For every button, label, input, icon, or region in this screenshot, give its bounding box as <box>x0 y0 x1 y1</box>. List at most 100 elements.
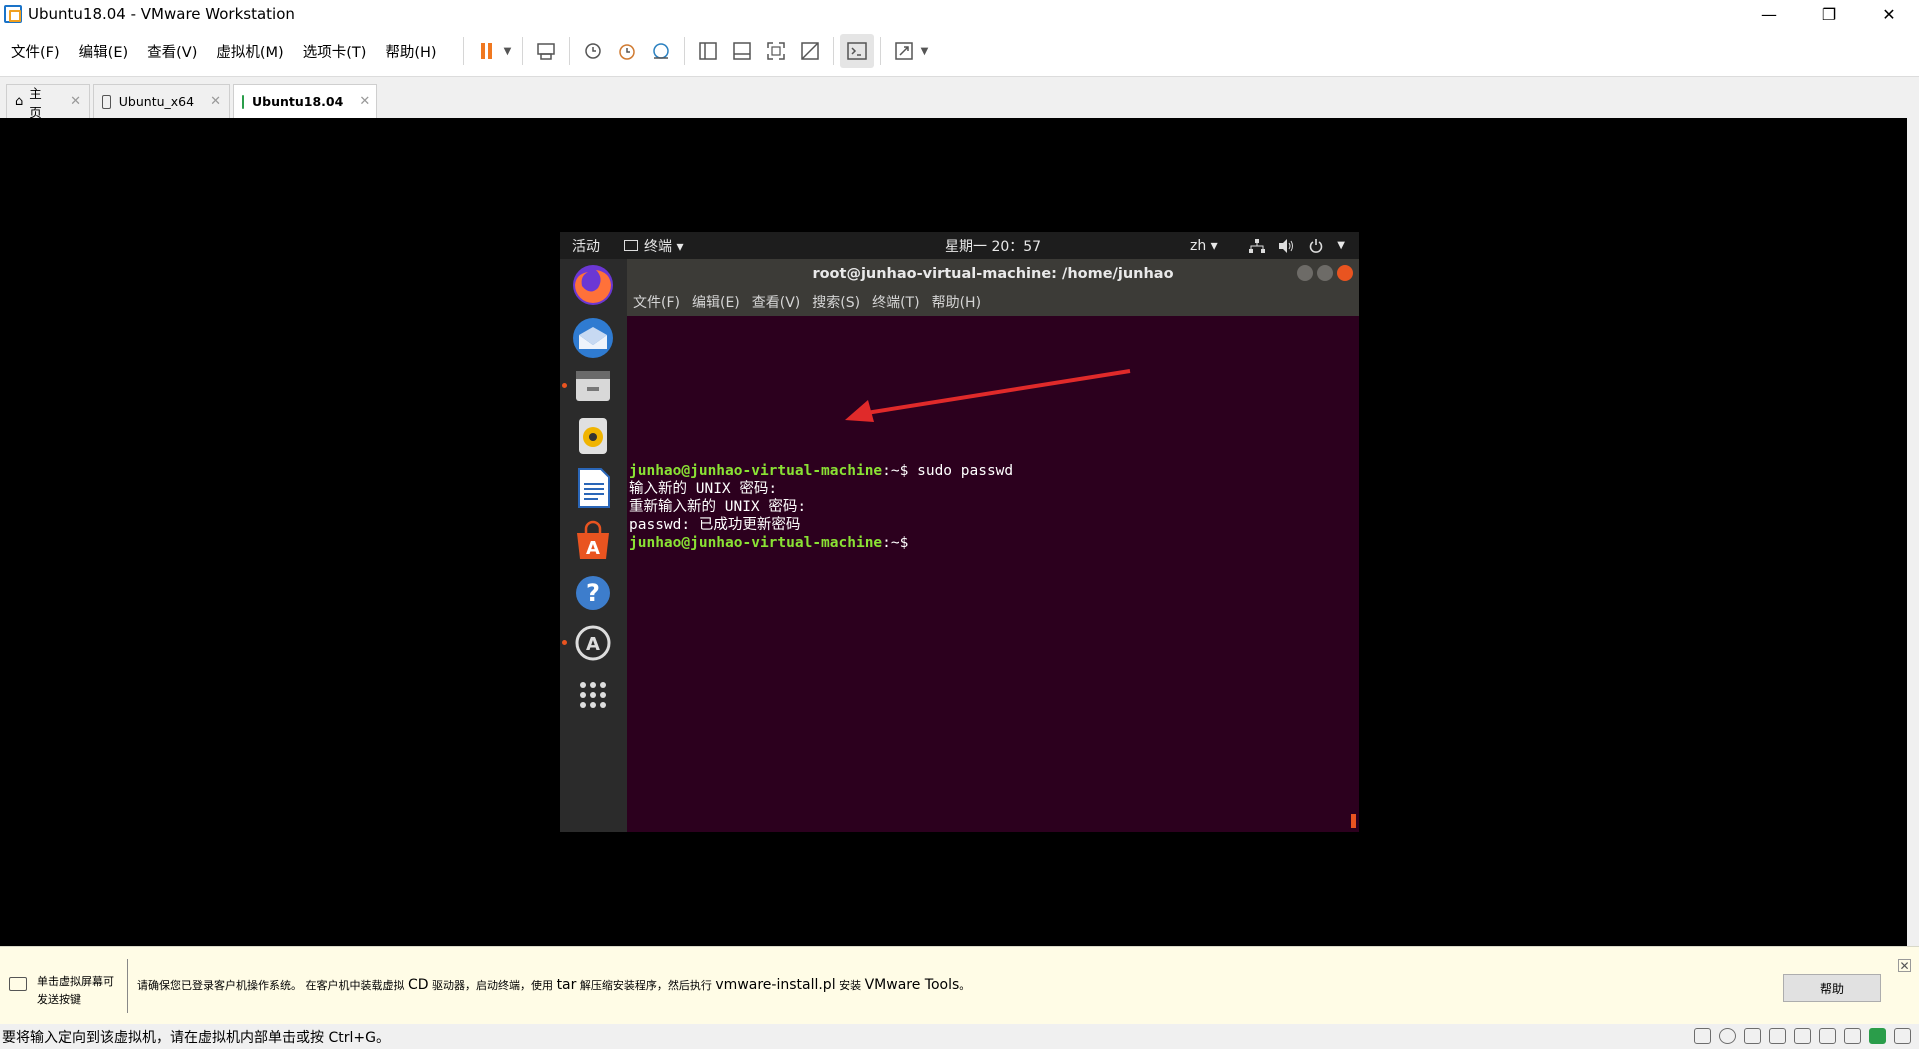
snapshot-button[interactable] <box>576 34 610 68</box>
tab-close-icon[interactable]: ✕ <box>359 94 370 109</box>
input-language[interactable]: zh ▾ <box>1190 238 1218 254</box>
terminal-maximize-button[interactable] <box>1317 265 1333 281</box>
pause-dropdown-icon[interactable]: ▼ <box>504 46 516 57</box>
rhythmbox-icon[interactable] <box>569 412 617 460</box>
terminal-menu-file[interactable]: 文件(F) <box>633 292 680 312</box>
terminal-titlebar[interactable]: root@junhao-virtual-machine: /home/junha… <box>627 259 1359 288</box>
tab-close-icon[interactable]: ✕ <box>210 94 221 109</box>
unity-button[interactable] <box>793 34 827 68</box>
terminal-line: junhao@junhao-virtual-machine:~$ <box>629 534 1013 552</box>
full-screen-button[interactable] <box>759 34 793 68</box>
activities-button[interactable]: 活动 <box>572 236 600 256</box>
firefox-icon[interactable] <box>569 261 617 309</box>
terminal-menu-search[interactable]: 搜索(S) <box>812 292 860 312</box>
terminal-menu-help[interactable]: 帮助(H) <box>932 292 981 312</box>
snapshot-manager-icon <box>652 43 669 59</box>
toolbar-separator <box>683 37 685 65</box>
minimize-button[interactable]: — <box>1739 0 1799 28</box>
terminal-menu-terminal[interactable]: 终端(T) <box>872 292 919 312</box>
toolbar-separator <box>832 37 834 65</box>
files-icon[interactable] <box>569 361 617 409</box>
svg-text:?: ? <box>586 579 600 607</box>
tab-home[interactable]: ⌂ 主页 ✕ <box>6 84 90 120</box>
network-adapter-icon[interactable] <box>1744 1028 1761 1044</box>
vm-running-icon <box>242 94 244 109</box>
terminal-menu-edit[interactable]: 编辑(E) <box>692 292 740 312</box>
message-text: 安装 <box>835 979 865 992</box>
terminal-menu-view[interactable]: 查看(V) <box>752 292 801 312</box>
message-log-icon[interactable] <box>1869 1028 1886 1044</box>
terminal-menubar: 文件(F) 编辑(E) 查看(V) 搜索(S) 终端(T) 帮助(H) <box>627 288 1359 316</box>
terminal-line: 重新输入新的 UNIX 密码: <box>629 499 807 515</box>
device-menu-icon[interactable] <box>1894 1028 1911 1044</box>
stretch-dropdown-icon[interactable]: ▼ <box>921 46 933 57</box>
restore-button[interactable]: ❐ <box>1799 0 1859 28</box>
console-view-button[interactable] <box>839 34 874 68</box>
close-button[interactable]: ✕ <box>1859 0 1919 28</box>
stretch-icon <box>894 42 913 60</box>
menu-help[interactable]: 帮助(H) <box>377 41 444 62</box>
printer-icon[interactable] <box>1794 1028 1811 1044</box>
show-applications-icon[interactable] <box>569 671 617 719</box>
usb-icon[interactable] <box>1769 1028 1786 1044</box>
library-icon <box>698 42 717 60</box>
prompt-path: :~$ <box>882 463 909 479</box>
full-screen-icon <box>766 42 785 60</box>
snapshot-manager-button[interactable] <box>644 34 678 68</box>
toolbar-separator <box>879 37 881 65</box>
show-library-button[interactable] <box>691 34 725 68</box>
menu-view[interactable]: 查看(V) <box>139 41 205 62</box>
sound-card-icon[interactable] <box>1819 1028 1836 1044</box>
terminal-lines: junhao@junhao-virtual-machine:~$ sudo pa… <box>629 462 1013 552</box>
stretch-guest-button[interactable] <box>887 34 921 68</box>
message-text: 请确保您已登录客户机操作系统。 在客户机中装载虚拟 <box>137 979 408 992</box>
app-menu[interactable]: 终端 ▾ <box>624 236 683 256</box>
terminal-close-button[interactable] <box>1337 265 1353 281</box>
running-indicator <box>562 383 567 388</box>
vm-console[interactable]: 活动 终端 ▾ 星期一 20：57 zh ▾ ▼ A ? A root@junh… <box>0 118 1919 946</box>
tab-strip: ⌂ 主页 ✕ Ubuntu_x64 ✕ Ubuntu18.04 ✕ <box>0 76 1919 120</box>
window-controls: — ❐ ✕ <box>1739 0 1919 28</box>
help-button[interactable]: 帮助 <box>1783 974 1881 1002</box>
toolbar: ▼ ▼ <box>457 34 933 68</box>
pause-button[interactable] <box>470 34 504 68</box>
thumbnail-bar-button[interactable] <box>725 34 759 68</box>
vertical-scrollbar[interactable] <box>1907 118 1919 946</box>
send-ctrl-alt-del-button[interactable] <box>529 34 563 68</box>
software-updater-icon[interactable]: A <box>569 619 617 667</box>
vmware-logo-icon <box>4 5 22 23</box>
revert-snapshot-button[interactable] <box>610 34 644 68</box>
camera-icon[interactable] <box>1844 1028 1861 1044</box>
hard-disk-icon[interactable] <box>1694 1028 1711 1044</box>
close-infobar-icon[interactable]: ✕ <box>1898 959 1911 972</box>
thumbnail-icon <box>732 42 751 60</box>
menu-vm[interactable]: 虚拟机(M) <box>208 41 291 62</box>
status-bar: 要将输入定向到该虚拟机，请在虚拟机内部单击或按 Ctrl+G。 <box>0 1024 1919 1049</box>
network-icon <box>1249 238 1266 253</box>
menu-file[interactable]: 文件(F) <box>3 41 68 62</box>
terminal-scroll-indicator <box>1351 814 1356 828</box>
status-message: 要将输入定向到该虚拟机，请在虚拟机内部单击或按 Ctrl+G。 <box>2 1029 390 1046</box>
power-icon <box>1310 238 1323 253</box>
hint-line: 发送按键 <box>37 993 81 1006</box>
cd-dvd-icon[interactable] <box>1719 1028 1736 1044</box>
menu-edit[interactable]: 编辑(E) <box>71 41 136 62</box>
tab-ubuntu1804[interactable]: Ubuntu18.04 ✕ <box>233 84 377 118</box>
clock[interactable]: 星期一 20：57 <box>945 236 1041 256</box>
tab-close-icon[interactable]: ✕ <box>70 94 81 109</box>
libreoffice-writer-icon[interactable] <box>569 464 617 512</box>
thunderbird-icon[interactable] <box>569 314 617 362</box>
help-icon[interactable]: ? <box>569 569 617 617</box>
send-keys-icon <box>536 43 555 60</box>
terminal-output[interactable]: junhao@junhao-virtual-machine:~$ sudo pa… <box>627 316 1359 832</box>
terminal-minimize-button[interactable] <box>1297 265 1313 281</box>
tab-label: Ubuntu18.04 <box>252 94 344 109</box>
tab-ubuntu-x64[interactable]: Ubuntu_x64 ✕ <box>93 84 230 118</box>
menu-tabs[interactable]: 选项卡(T) <box>295 41 375 62</box>
message-text: VMware Tools <box>864 977 960 993</box>
app-menu-label: 终端 ▾ <box>644 238 684 255</box>
ubuntu-desktop[interactable]: 活动 终端 ▾ 星期一 20：57 zh ▾ ▼ A ? A root@junh… <box>560 232 1359 832</box>
message-text: CD <box>408 977 429 993</box>
ubuntu-software-icon[interactable]: A <box>569 517 617 565</box>
system-menu[interactable]: ▼ <box>1249 238 1345 253</box>
